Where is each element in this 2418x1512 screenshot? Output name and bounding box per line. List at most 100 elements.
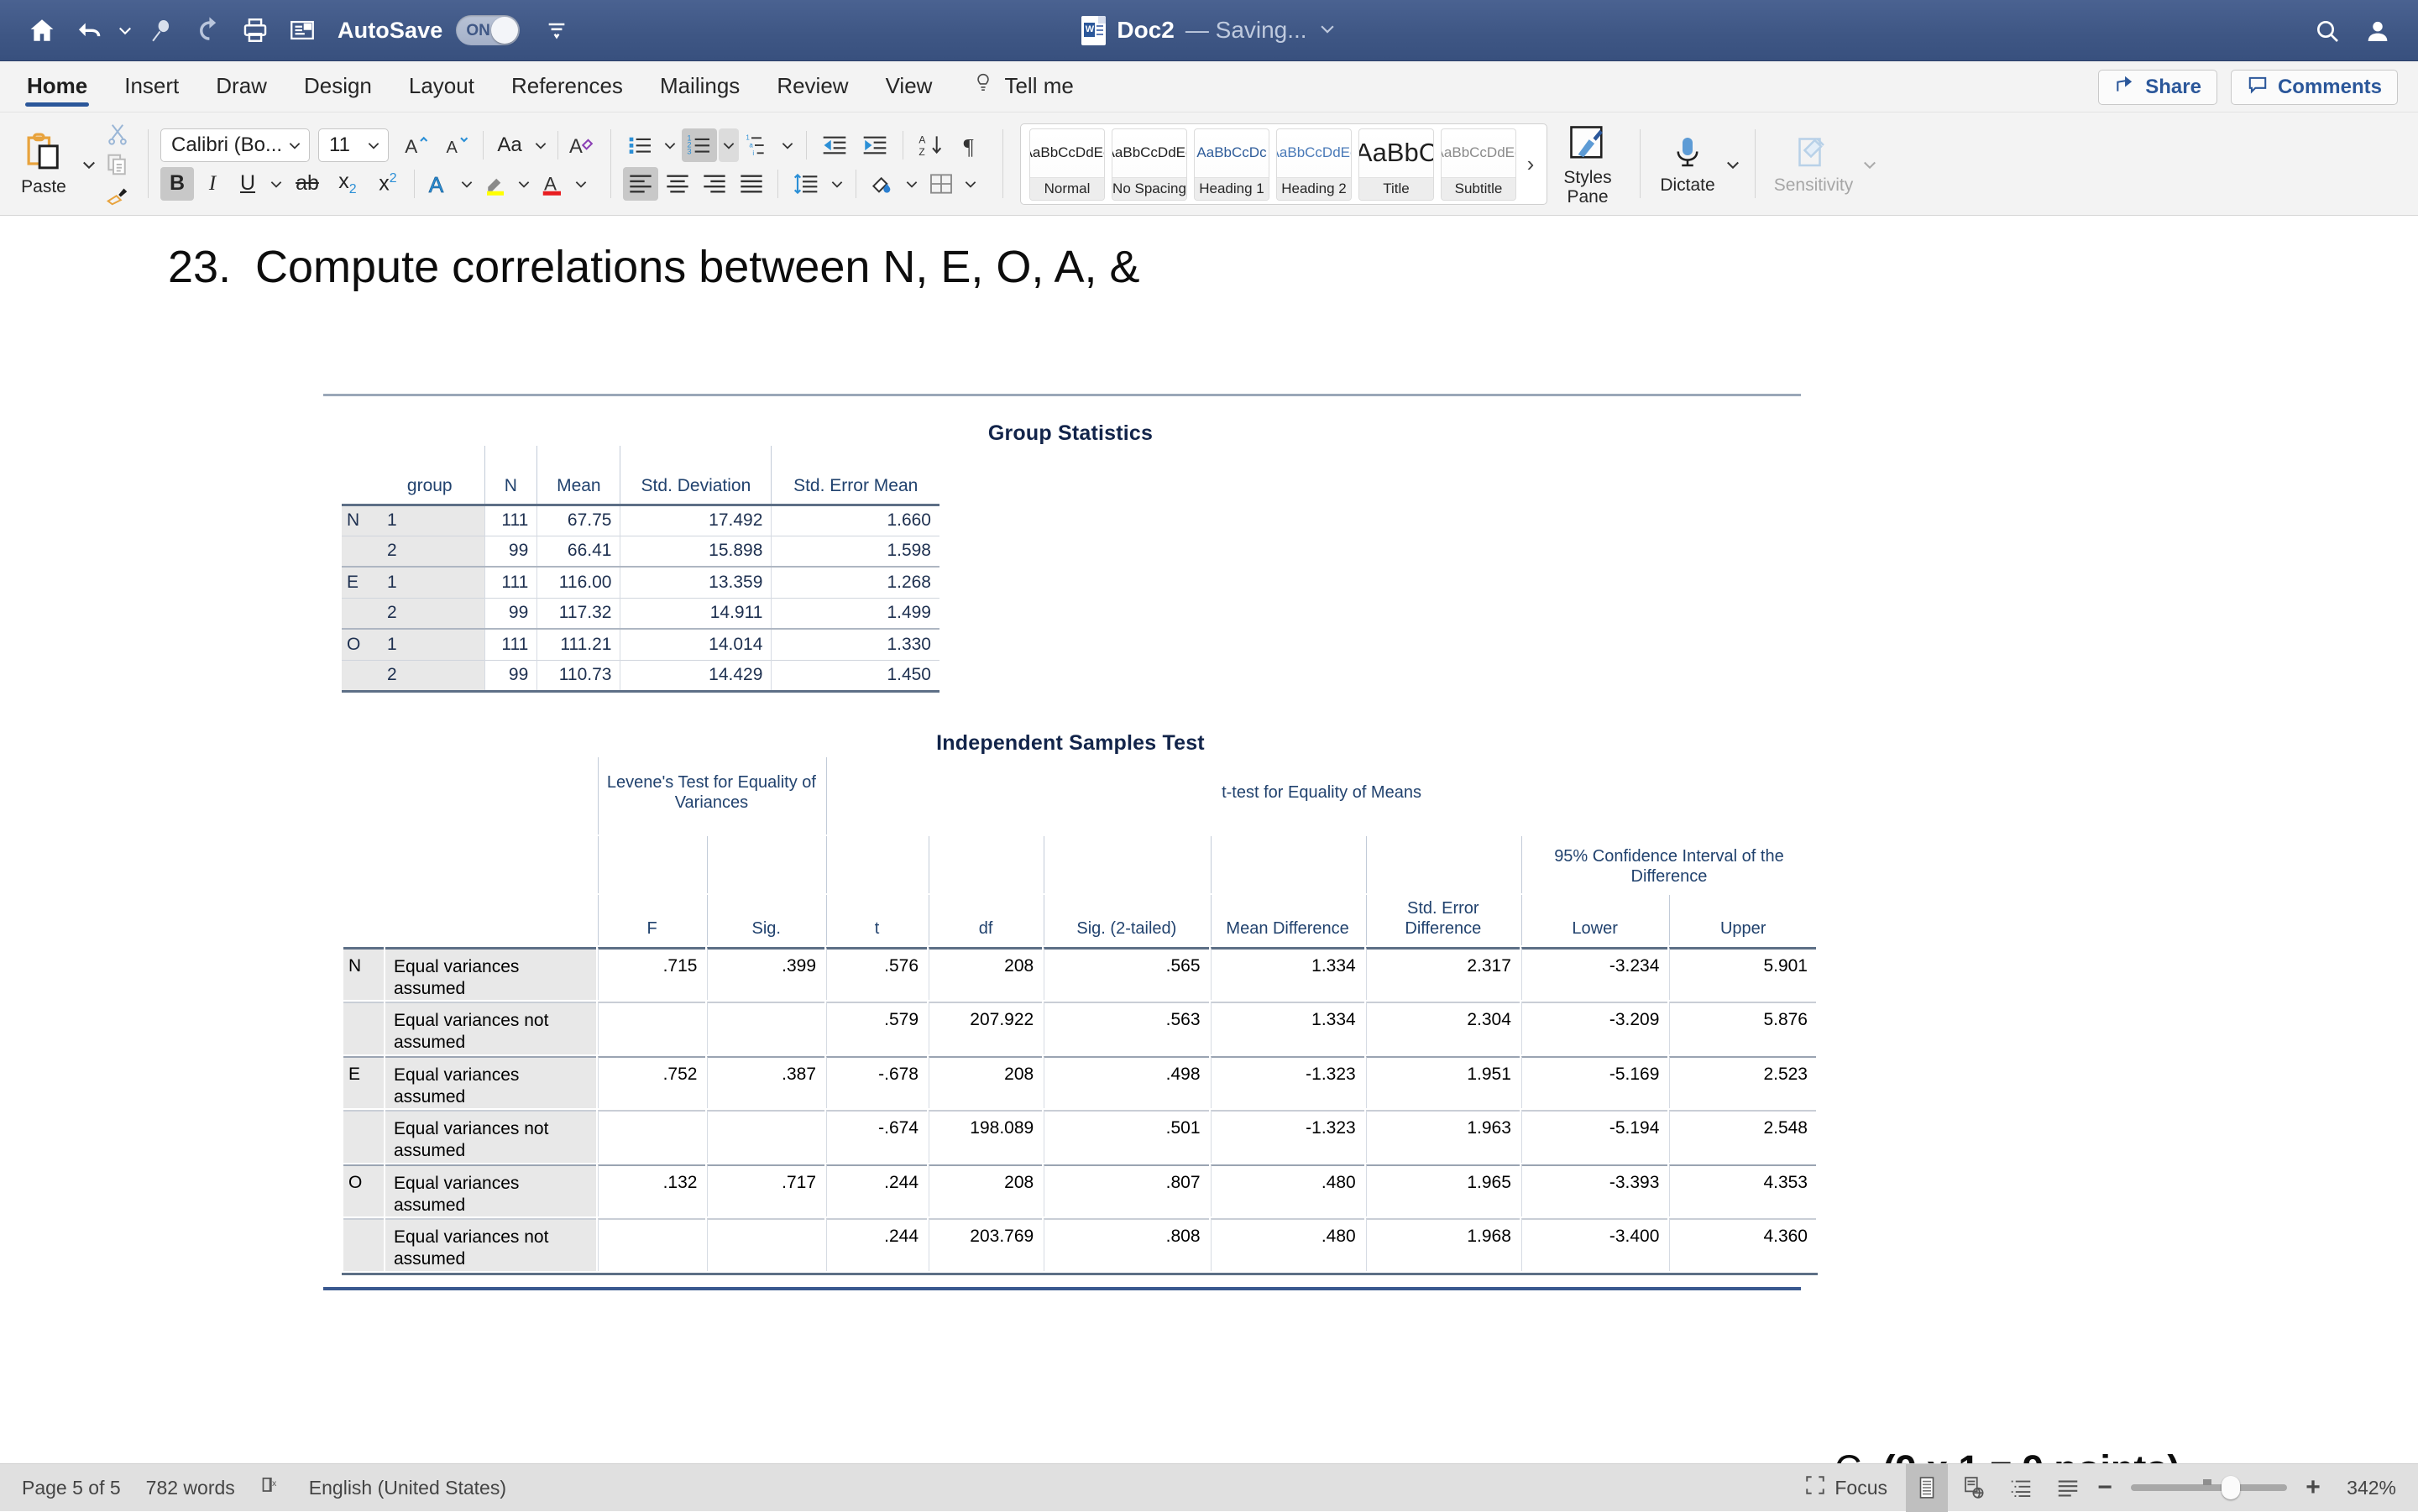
highlight-color-icon[interactable]: [479, 167, 512, 201]
paste-button[interactable]: Paste: [8, 118, 79, 211]
zoom-out-button[interactable]: −: [2094, 1473, 2116, 1502]
share-button[interactable]: Share: [2098, 70, 2217, 105]
show-paragraph-marks-icon[interactable]: ¶: [952, 128, 991, 162]
numbering-icon[interactable]: 1 2 3: [682, 128, 717, 162]
sensitivity-button[interactable]: Sensitivity: [1767, 118, 1860, 211]
customize-quick-access-toolbar-icon[interactable]: [535, 8, 578, 52]
change-case-button[interactable]: Aa: [490, 128, 529, 162]
home-icon[interactable]: [20, 8, 64, 52]
undo-icon[interactable]: [67, 8, 111, 52]
align-center-icon[interactable]: [660, 167, 695, 201]
search-icon[interactable]: [2305, 9, 2349, 53]
tab-design[interactable]: Design: [285, 60, 390, 112]
justify-icon[interactable]: [734, 167, 769, 201]
word-count[interactable]: 782 words: [146, 1477, 235, 1499]
tab-home[interactable]: Home: [8, 60, 106, 112]
style-card-heading-1[interactable]: AaBbCcDc Heading 1: [1194, 128, 1269, 201]
tab-layout[interactable]: Layout: [390, 60, 493, 112]
text-effects-caret-icon[interactable]: [457, 167, 477, 201]
superscript-button[interactable]: x2: [369, 167, 407, 201]
line-spacing-caret-icon[interactable]: [827, 167, 847, 201]
style-card-heading-2[interactable]: AaBbCcDdEе Heading 2: [1276, 128, 1352, 201]
bold-button[interactable]: B: [160, 167, 194, 201]
styles-gallery-more-icon[interactable]: ›: [1520, 151, 1541, 177]
tab-insert[interactable]: Insert: [106, 60, 197, 112]
bullets-icon[interactable]: [623, 128, 658, 162]
proofing-errors-icon[interactable]: x: [260, 1473, 284, 1502]
tab-review[interactable]: Review: [758, 60, 866, 112]
copy-icon[interactable]: [99, 150, 136, 179]
align-right-icon[interactable]: [697, 167, 732, 201]
numbering-caret-icon[interactable]: [719, 128, 739, 162]
redo-icon[interactable]: [186, 8, 230, 52]
change-case-caret-icon[interactable]: [531, 128, 551, 162]
view-draft-icon[interactable]: [2047, 1464, 2089, 1512]
strikethrough-button[interactable]: ab: [288, 167, 327, 201]
zoom-level[interactable]: 342%: [2329, 1477, 2403, 1499]
multilevel-list-icon[interactable]: 1 a i: [741, 128, 776, 162]
font-size-combo[interactable]: 11: [318, 128, 389, 162]
tab-references-label: References: [511, 73, 623, 99]
language-indicator[interactable]: English (United States): [309, 1477, 506, 1499]
format-painter-icon[interactable]: [99, 180, 136, 209]
shading-caret-icon[interactable]: [902, 167, 922, 201]
increase-indent-icon[interactable]: [856, 128, 894, 162]
focus-mode-button[interactable]: Focus: [1791, 1464, 1901, 1512]
paste-dropdown-caret-icon[interactable]: [79, 148, 99, 181]
underline-button[interactable]: U: [231, 167, 264, 201]
tab-references[interactable]: References: [493, 60, 641, 112]
cut-icon[interactable]: [99, 120, 136, 149]
style-card-subtitle[interactable]: AaBbCcDdEe Subtitle: [1441, 128, 1516, 201]
subscript-button[interactable]: x2: [328, 167, 367, 201]
touch-pen-icon[interactable]: [139, 8, 183, 52]
decrease-indent-icon[interactable]: [815, 128, 854, 162]
print-icon[interactable]: [233, 8, 277, 52]
tab-draw[interactable]: Draw: [197, 60, 285, 112]
line-spacing-icon[interactable]: [787, 167, 825, 201]
shrink-font-icon[interactable]: A: [437, 128, 476, 162]
cell-condition: Equal variances not assumed: [385, 1110, 596, 1163]
style-card-normal[interactable]: AaBbCcDdEe Normal: [1029, 128, 1105, 201]
borders-caret-icon[interactable]: [960, 167, 981, 201]
cell-n: 111: [484, 629, 537, 660]
style-card-no-spacing[interactable]: AaBbCcDdEe No Spacing: [1112, 128, 1187, 201]
view-outline-icon[interactable]: [2000, 1464, 2042, 1512]
highlight-caret-icon[interactable]: [514, 167, 534, 201]
autosave-toggle[interactable]: ON: [456, 15, 520, 45]
print-preview-icon[interactable]: [280, 8, 324, 52]
underline-caret-icon[interactable]: [266, 167, 286, 201]
zoom-in-button[interactable]: +: [2302, 1473, 2324, 1502]
tab-mailings[interactable]: Mailings: [641, 60, 758, 112]
page-info[interactable]: Page 5 of 5: [22, 1477, 121, 1499]
grow-font-icon[interactable]: A: [397, 128, 436, 162]
font-name-combo[interactable]: Calibri (Bo...: [160, 128, 310, 162]
styles-pane-button[interactable]: StylesPane: [1547, 118, 1628, 211]
font-color-icon[interactable]: A: [536, 167, 569, 201]
italic-button[interactable]: I: [196, 167, 229, 201]
borders-icon[interactable]: [924, 167, 959, 201]
tab-tell-me[interactable]: Tell me: [950, 60, 1091, 112]
align-left-icon[interactable]: [623, 167, 658, 201]
zoom-slider[interactable]: [2131, 1484, 2287, 1491]
page-title[interactable]: Doc2: [1117, 17, 1174, 44]
shading-icon[interactable]: [865, 167, 900, 201]
view-web-layout-icon[interactable]: [1953, 1464, 1995, 1512]
bullets-caret-icon[interactable]: [660, 128, 680, 162]
text-effects-icon[interactable]: A: [421, 167, 455, 201]
multilevel-caret-icon[interactable]: [777, 128, 798, 162]
dictate-button[interactable]: Dictate: [1652, 118, 1723, 211]
document-canvas[interactable]: 23. Compute correlations between N, E, O…: [0, 217, 2418, 1463]
clear-formatting-icon[interactable]: A: [565, 128, 599, 162]
style-card-title[interactable]: AaBbС Title: [1358, 128, 1434, 201]
account-avatar-icon[interactable]: [2356, 9, 2400, 53]
undo-dropdown-caret-icon[interactable]: [114, 8, 136, 52]
sort-icon[interactable]: AZ: [912, 128, 950, 162]
font-color-caret-icon[interactable]: [571, 167, 591, 201]
tab-view[interactable]: View: [867, 60, 951, 112]
dictate-caret-icon[interactable]: [1723, 148, 1743, 181]
sensitivity-caret-icon[interactable]: [1860, 148, 1880, 181]
title-dropdown-caret-icon[interactable]: [1318, 19, 1337, 42]
view-print-layout-icon[interactable]: [1906, 1464, 1948, 1512]
comments-button[interactable]: Comments: [2231, 70, 2398, 105]
zoom-slider-handle[interactable]: [2222, 1476, 2240, 1499]
